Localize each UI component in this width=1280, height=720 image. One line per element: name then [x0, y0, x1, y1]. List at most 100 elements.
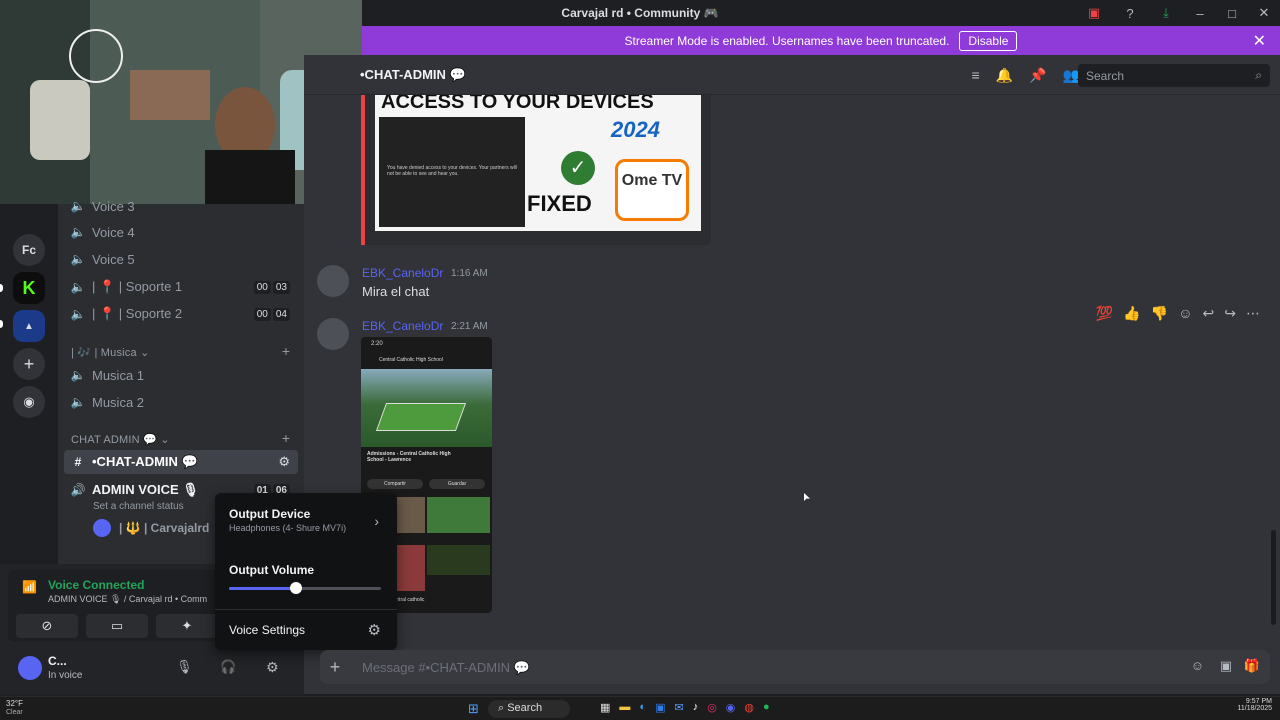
thumbs-down-icon[interactable]: 👎 — [1151, 305, 1168, 322]
volume-handle[interactable] — [289, 582, 302, 594]
hash-icon: # — [74, 455, 82, 469]
add-attachment-icon[interactable]: + — [324, 656, 346, 678]
file-explorer-icon[interactable]: ▬ — [619, 701, 630, 714]
speaker-icon: 🔈 — [70, 368, 86, 382]
speaker-icon: 🔈 — [70, 395, 86, 409]
thumb-photo — [395, 545, 425, 591]
taskbar-clock[interactable]: 9:57 PM 11/18/2025 — [1237, 698, 1272, 712]
channel-chat-admin[interactable]: # •CHAT-ADMIN 💬 ⚙ — [64, 450, 298, 474]
user-name[interactable]: C... — [48, 654, 67, 668]
avatar[interactable] — [317, 318, 349, 350]
channel-voice-5[interactable]: 🔈 Voice 5 — [70, 247, 298, 271]
channel-voice-3[interactable]: 🔈 Voice 3 — [70, 194, 298, 218]
instagram-icon[interactable]: ◎ — [707, 701, 717, 714]
channel-label: Voice 4 — [92, 224, 135, 240]
channel-label: | 📍 | Soporte 2 — [92, 306, 183, 321]
gear-icon[interactable]: ⚙ — [266, 659, 279, 676]
chat-scrollbar[interactable] — [1271, 530, 1276, 625]
category-chat-admin[interactable]: CHAT ADMIN 💬 ⌄ — [71, 433, 170, 446]
help-icon[interactable]: ? — [1112, 0, 1148, 26]
tiktok-icon[interactable]: ♪ — [693, 701, 699, 714]
message-input[interactable]: Message #•CHAT-ADMIN 💬 — [362, 660, 530, 676]
threads-icon[interactable]: ≡ — [972, 67, 980, 84]
maximize-button[interactable]: □ — [1216, 0, 1248, 26]
edge-icon[interactable]: ◐ — [639, 701, 646, 714]
server-kick-icon[interactable]: K — [13, 272, 45, 304]
download-icon[interactable]: ⤓ — [1148, 0, 1184, 26]
weather-temp[interactable]: 32°F — [6, 699, 23, 708]
speaker-icon: 🔈 — [70, 280, 86, 294]
voice-member[interactable]: | 🔱 | Carvajalrd — [93, 519, 209, 537]
activities-button[interactable]: ✦ — [156, 614, 218, 638]
forward-icon[interactable]: ↪ — [1224, 305, 1236, 322]
gear-icon[interactable]: ⚙ — [368, 621, 381, 639]
output-device-name[interactable]: Headphones (4- Shure MV7i) — [229, 523, 346, 533]
output-device-label[interactable]: Output Device — [229, 507, 310, 521]
store-icon[interactable]: ▣ — [655, 701, 665, 714]
chrome-icon[interactable]: ◍ — [744, 701, 754, 714]
bell-icon[interactable]: 🔔 — [996, 67, 1013, 84]
more-icon[interactable]: ⋯ — [1246, 305, 1260, 322]
message-timestamp: 1:16 AM — [451, 268, 488, 279]
voice-settings-label[interactable]: Voice Settings — [229, 623, 305, 637]
avatar[interactable] — [18, 656, 42, 680]
channel-soporte-2[interactable]: 🔈 | 📍 | Soporte 2 00 04 — [70, 302, 298, 326]
windows-start-icon[interactable]: ⊞ — [468, 701, 479, 717]
football-field — [375, 403, 467, 431]
add-reaction-icon[interactable]: ☺ — [1178, 305, 1192, 322]
emoji-icon[interactable]: ☺ — [1191, 658, 1204, 673]
channel-label: ADMIN VOICE 🎙 — [92, 482, 199, 497]
server-fc[interactable]: Fc — [13, 234, 45, 266]
spotify-icon[interactable]: ● — [763, 701, 770, 714]
pin-icon[interactable]: 📌 — [1029, 67, 1046, 84]
phone-time: 2:20 — [371, 341, 383, 347]
voice-member-name: | 🔱 | Carvajalrd — [119, 521, 210, 535]
channel-label: Musica 1 — [92, 367, 145, 383]
search-icon: ⌕ — [1255, 68, 1262, 82]
add-channel-icon[interactable]: + — [282, 343, 290, 359]
disable-streamer-button[interactable]: Disable — [959, 30, 1018, 51]
embed-thumbnail[interactable]: ACCESS TO YOUR DEVICES You have denied a… — [375, 95, 701, 231]
checkmark-icon: ✓ — [561, 151, 595, 185]
close-window-button[interactable]: ✕ — [1248, 0, 1280, 26]
headphones-icon[interactable]: 🎧 — [220, 659, 236, 675]
message-author[interactable]: EBK_CaneloDr — [362, 319, 443, 333]
clock-time: 9:57 PM — [1245, 698, 1272, 705]
microphone-icon[interactable]: 🎙 — [176, 659, 193, 675]
message-author[interactable]: EBK_CaneloDr — [362, 266, 443, 280]
channel-status[interactable]: Set a channel status — [93, 501, 184, 512]
task-view-icon[interactable]: ▦ — [600, 701, 610, 714]
avatar[interactable] — [317, 265, 349, 297]
chat-header: •CHAT-ADMIN 💬 ≡ 🔔 📌 👥 Search ⌕ — [304, 55, 1280, 95]
search-placeholder: Search — [1086, 69, 1125, 83]
taskbar-search[interactable]: ⌕ Search — [488, 700, 570, 718]
search-input[interactable]: Search ⌕ — [1078, 64, 1270, 87]
discord-icon[interactable]: ◉ — [726, 701, 736, 714]
message-composer[interactable]: + Message #•CHAT-ADMIN 💬 ☺ ▣ 🎁 — [320, 650, 1270, 684]
reply-icon[interactable]: ↩ — [1203, 305, 1215, 322]
camera-off-button[interactable]: ⊘ — [16, 614, 78, 638]
thumbs-up-icon[interactable]: 👍 — [1123, 305, 1140, 322]
voice-location[interactable]: ADMIN VOICE 🎙 / Carvajal rd • Comm — [48, 594, 218, 605]
channel-musica-2[interactable]: 🔈 Musica 2 — [70, 390, 298, 414]
screen-share-button[interactable]: ▭ — [86, 614, 148, 638]
invite-settings-icons[interactable]: ⚙ — [278, 454, 290, 470]
add-server-icon[interactable]: + — [13, 348, 45, 380]
channel-soporte-1[interactable]: 🔈 | 📍 | Soporte 1 00 03 — [70, 275, 298, 299]
explore-icon[interactable]: ◉ — [13, 386, 45, 418]
screen-share-icon[interactable]: ▣ — [1076, 0, 1112, 26]
volume-slider[interactable] — [229, 582, 381, 594]
gift-icon[interactable]: 🎁 — [1244, 658, 1260, 674]
add-channel-icon[interactable]: + — [282, 430, 290, 446]
sticker-icon[interactable]: ▣ — [1220, 658, 1232, 674]
close-banner-icon[interactable]: ✕ — [1253, 31, 1266, 51]
minimize-button[interactable]: – — [1184, 0, 1216, 26]
server-bluestacks-icon[interactable]: ▲ — [13, 310, 45, 342]
chevron-right-icon[interactable]: › — [374, 513, 379, 529]
channel-voice-4[interactable]: 🔈 Voice 4 — [70, 220, 298, 244]
channel-musica-1[interactable]: 🔈 Musica 1 — [70, 363, 298, 387]
signal-icon: 📶 — [22, 580, 37, 594]
hundred-emoji-icon[interactable]: 💯 — [1096, 305, 1113, 322]
category-musica[interactable]: | 🎶 | Musica ⌄ — [71, 346, 150, 359]
mail-icon[interactable]: ✉ — [674, 701, 683, 714]
